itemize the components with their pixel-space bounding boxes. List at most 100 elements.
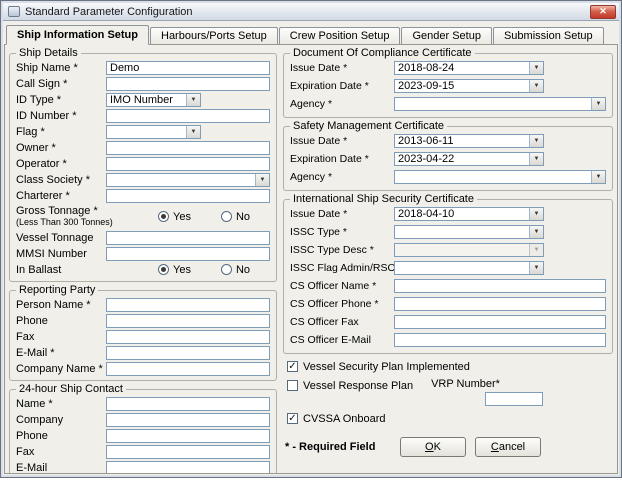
doc-expiration-date-label: Expiration Date *	[290, 80, 369, 92]
class-society-value	[107, 174, 255, 186]
vessel-response-plan-checkbox[interactable]: ✓	[287, 380, 298, 391]
issc-flag-admin-label: ISSC Flag Admin/RSO *	[290, 262, 403, 274]
tab-strip: Ship Information Setup Harbours/Ports Se…	[3, 21, 619, 45]
gross-tonnage-no-radio[interactable]: No	[220, 211, 250, 223]
vessel-response-plan-row: ✓ Vessel Response Plan VRP Number*	[287, 377, 613, 408]
issc-flag-admin-select[interactable]: ▼	[394, 261, 544, 275]
vessel-tonnage-input[interactable]	[106, 230, 270, 245]
group-document-of-compliance-legend: Document Of Compliance Certificate	[293, 47, 472, 59]
rp-email-input[interactable]	[106, 345, 270, 360]
flag-value	[107, 126, 186, 138]
charterer-label: Charterer *	[16, 189, 70, 202]
issc-type-desc-label: ISSC Type Desc *	[290, 244, 374, 256]
cs-officer-fax-input[interactable]	[394, 315, 606, 329]
sc-fax-input[interactable]	[106, 444, 270, 459]
in-ballast-label: In Ballast	[16, 263, 62, 276]
ship-name-input[interactable]	[106, 60, 270, 75]
rp-company-name-input[interactable]	[106, 361, 270, 376]
in-ballast-yes-radio[interactable]: Yes	[158, 264, 191, 276]
in-ballast-no-label: No	[235, 263, 251, 276]
sc-fax-label: Fax	[16, 445, 35, 458]
titlebar[interactable]: Standard Parameter Configuration ✕	[3, 3, 619, 21]
rp-fax-input[interactable]	[106, 329, 270, 344]
rp-person-name-label: Person Name *	[16, 298, 91, 311]
id-number-input[interactable]	[106, 108, 270, 123]
sc-company-input[interactable]	[106, 412, 270, 427]
window-title: Standard Parameter Configuration	[25, 5, 193, 18]
class-society-select[interactable]: ▼	[106, 172, 270, 187]
tab-gender-setup[interactable]: Gender Setup	[401, 27, 492, 45]
id-type-select[interactable]: IMO Number ▼	[106, 92, 201, 107]
cs-officer-name-input[interactable]	[394, 279, 606, 293]
group-24hour-ship-contact: 24-hour Ship Contact Name * Company Phon…	[9, 384, 277, 474]
cs-officer-phone-label: CS Officer Phone *	[290, 298, 379, 310]
smc-agency-select[interactable]: ▼	[394, 170, 606, 184]
doc-expiration-date-value: 2023-09-15	[398, 80, 455, 92]
issc-type-select[interactable]: ▼	[394, 225, 544, 239]
vessel-security-plan-checkbox[interactable]: ✓	[287, 361, 298, 372]
gross-tonnage-label: Gross Tonnage * (Less Than 300 Tonnes)	[16, 205, 113, 228]
doc-issue-date-select[interactable]: 2018-08-24 ▼	[394, 61, 544, 75]
issc-flag-admin-value	[395, 262, 529, 274]
sc-email-input[interactable]	[106, 460, 270, 473]
cancel-button[interactable]: Cancel	[475, 437, 541, 457]
chevron-down-icon: ▼	[591, 171, 605, 183]
gross-tonnage-yes-radio[interactable]: Yes	[158, 211, 191, 223]
rp-person-name-input[interactable]	[106, 297, 270, 312]
doc-agency-select[interactable]: ▼	[394, 97, 606, 111]
id-type-value: IMO Number	[110, 93, 173, 106]
rp-phone-input[interactable]	[106, 313, 270, 328]
mmsi-number-input[interactable]	[106, 246, 270, 261]
sc-company-label: Company	[16, 413, 64, 426]
tab-submission-setup[interactable]: Submission Setup	[492, 27, 604, 45]
chevron-down-icon: ▼	[529, 226, 543, 238]
tab-harbours-ports-setup[interactable]: Harbours/Ports Setup	[150, 27, 278, 45]
chevron-down-icon: ▼	[529, 208, 543, 220]
smc-issue-date-select[interactable]: 2013-06-11 ▼	[394, 134, 544, 148]
smc-issue-date-value: 2013-06-11	[398, 135, 454, 147]
radio-icon	[220, 211, 232, 222]
rp-phone-label: Phone	[16, 314, 48, 327]
flag-select[interactable]: ▼	[106, 124, 201, 139]
cs-officer-email-input[interactable]	[394, 333, 606, 347]
chevron-down-icon: ▼	[529, 135, 543, 147]
close-icon: ✕	[599, 6, 607, 16]
sc-phone-input[interactable]	[106, 428, 270, 443]
operator-input[interactable]	[106, 156, 270, 171]
radio-icon	[158, 211, 169, 222]
required-field-note: * - Required Field	[285, 441, 376, 453]
issc-issue-date-select[interactable]: 2018-04-10 ▼	[394, 207, 544, 221]
chevron-down-icon: ▼	[529, 62, 543, 74]
chevron-down-icon: ▼	[186, 125, 200, 138]
vessel-security-plan-label: Vessel Security Plan Implemented	[303, 360, 470, 373]
issc-type-desc-select[interactable]: ▼	[394, 243, 544, 257]
cs-officer-phone-input[interactable]	[394, 297, 606, 311]
charterer-input[interactable]	[106, 188, 270, 203]
doc-issue-date-label: Issue Date *	[290, 62, 348, 74]
sc-phone-label: Phone	[16, 429, 48, 442]
group-ship-details: Ship Details Ship Name * Call Sign * ID …	[9, 48, 277, 282]
tab-ship-information-setup[interactable]: Ship Information Setup	[6, 25, 149, 45]
smc-agency-label: Agency *	[290, 171, 333, 183]
tab-crew-position-setup[interactable]: Crew Position Setup	[278, 27, 401, 45]
owner-input[interactable]	[106, 140, 270, 155]
cvssa-onboard-checkbox[interactable]: ✓	[287, 413, 298, 424]
standard-parameter-configuration-dialog: Standard Parameter Configuration ✕ Ship …	[0, 0, 622, 478]
chevron-down-icon: ▼	[591, 98, 605, 110]
ok-button[interactable]: OK	[400, 437, 466, 457]
doc-expiration-date-select[interactable]: 2023-09-15 ▼	[394, 79, 544, 93]
group-safety-management: Safety Management Certificate Issue Date…	[283, 121, 613, 191]
close-button[interactable]: ✕	[590, 4, 616, 19]
owner-label: Owner *	[16, 141, 56, 154]
smc-agency-value	[395, 171, 591, 183]
smc-expiration-date-select[interactable]: 2023-04-22 ▼	[394, 152, 544, 166]
sc-email-label: E-Mail	[16, 461, 48, 474]
in-ballast-no-radio[interactable]: No	[220, 263, 251, 276]
call-sign-input[interactable]	[106, 76, 270, 91]
check-icon: ✓	[288, 412, 297, 424]
sc-name-input[interactable]	[106, 396, 270, 411]
vrp-number-input[interactable]	[485, 392, 544, 406]
vrp-number-field: VRP Number*	[431, 378, 544, 406]
group-reporting-party-legend: Reporting Party	[19, 284, 96, 296]
class-society-label: Class Society *	[16, 173, 90, 186]
